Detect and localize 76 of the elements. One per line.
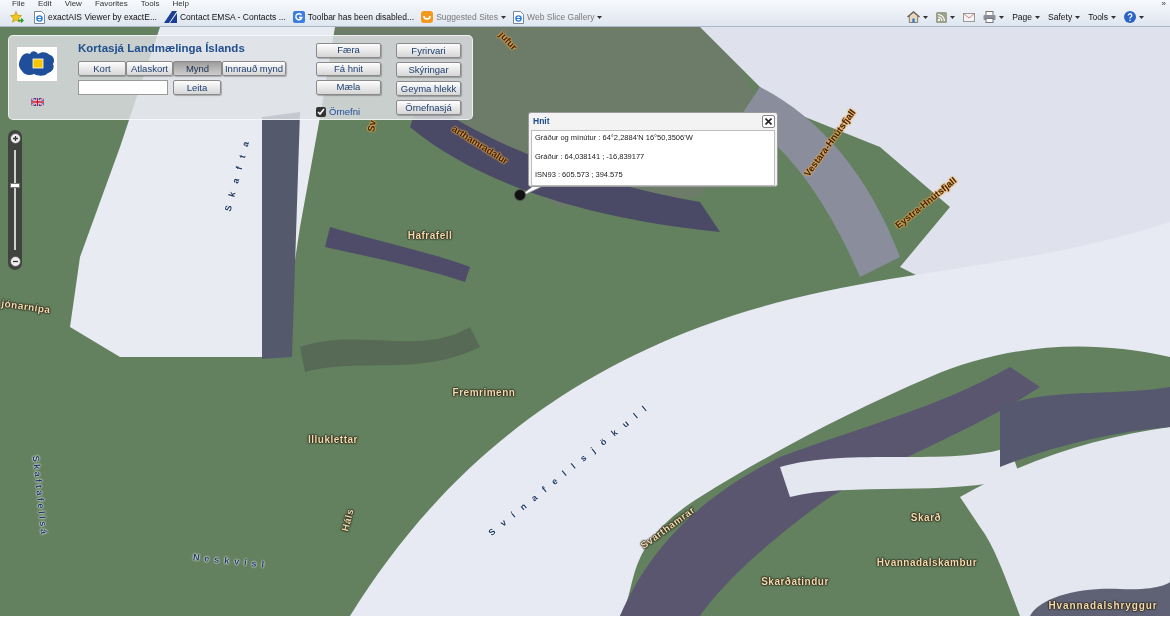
menu-item[interactable]: Help — [172, 0, 189, 8]
place-name-label: jónarnípa — [0, 298, 52, 316]
close-button[interactable] — [762, 115, 775, 128]
caret-icon — [999, 15, 1005, 19]
zoom-slider-thumb[interactable] — [10, 183, 20, 189]
map-type-button[interactable]: Kort — [78, 61, 126, 76]
place-name-label: Fremrimenn — [452, 388, 516, 398]
menu-item[interactable]: Edit — [37, 0, 52, 8]
favorites-star-icon — [10, 10, 24, 24]
overflow-chevron[interactable]: » — [1161, 0, 1166, 8]
zoom-out-button[interactable] — [9, 256, 21, 267]
search-button[interactable]: Leita — [173, 80, 221, 95]
app-title: Kortasjá Landmælinga Íslands — [78, 41, 246, 56]
place-name-label: Háls — [340, 507, 356, 533]
caret-icon — [923, 15, 929, 19]
map-type-button[interactable]: Innrauð mynd — [222, 61, 286, 76]
home-button[interactable] — [905, 11, 931, 23]
page-icon — [34, 10, 45, 24]
caret-icon — [501, 15, 507, 19]
place-name-label: Hafrafell — [407, 231, 453, 241]
place-name-label: Skarðatindur — [761, 577, 829, 587]
place-name-label: Illuklettar — [308, 435, 358, 445]
caret-icon — [1035, 15, 1041, 19]
printer-icon — [983, 11, 997, 23]
tool-button[interactable]: Fá hnit — [316, 61, 381, 77]
menu-item[interactable]: Favorites — [94, 0, 128, 8]
close-icon — [765, 118, 772, 125]
map-type-button[interactable]: Mynd — [173, 61, 222, 76]
place-name-label: Sv — [366, 119, 378, 133]
place-name-label: Skaftafellsá — [30, 455, 50, 537]
caret-icon — [1075, 15, 1081, 19]
favorite-link[interactable]: Toolbar has been disabled... — [292, 10, 415, 24]
link-button[interactable]: Geyma hlekk — [396, 81, 461, 96]
favorite-link[interactable]: exactAIS Viewer by exactE... — [34, 10, 157, 24]
menu-item[interactable]: View — [64, 0, 82, 8]
location-marker-icon — [514, 189, 526, 201]
checkbox-label[interactable]: Örnefni — [329, 104, 361, 119]
caret-icon — [597, 15, 603, 19]
caret-icon — [950, 15, 956, 19]
caret-icon — [1111, 15, 1116, 19]
link-button[interactable]: Fyrirvari — [396, 43, 461, 58]
slanted-logo-icon — [164, 11, 177, 23]
menu-item[interactable]: File — [12, 0, 25, 8]
menu-button[interactable]: Tools — [1086, 10, 1118, 24]
smile-logo-icon — [421, 11, 434, 23]
mail-button[interactable] — [961, 12, 978, 22]
menu-item[interactable]: Tools — [140, 0, 160, 8]
feed-icon — [936, 11, 948, 23]
caret-icon — [1139, 15, 1144, 19]
tool-button[interactable]: Mæla — [316, 80, 381, 95]
favorite-link[interactable]: Contact EMSA - Contacts ... — [164, 10, 286, 24]
help-button[interactable] — [1122, 11, 1146, 23]
place-name-label: Skarð — [910, 513, 942, 523]
envelope-icon — [963, 12, 976, 22]
map-type-button[interactable]: Atlaskort — [126, 61, 173, 76]
zoom-in-button[interactable] — [9, 133, 21, 144]
print-button[interactable] — [981, 11, 1007, 23]
favorites-button[interactable] — [8, 10, 26, 24]
page-icon — [513, 10, 525, 24]
flag-icon[interactable] — [30, 98, 44, 106]
iceland-logo-icon — [16, 46, 58, 82]
place-names-checkbox[interactable] — [316, 106, 326, 117]
search-field[interactable] — [78, 80, 168, 95]
tool-button[interactable]: Færa — [316, 43, 381, 58]
home-icon — [907, 11, 921, 23]
place-name-label: Hvannadalshryggur — [1048, 601, 1158, 611]
place-name-label: Hvannadalskambur — [876, 558, 978, 568]
place-name-label: Neskvísl — [192, 552, 270, 570]
help-icon — [1124, 11, 1136, 23]
menu-button[interactable]: Safety — [1046, 10, 1083, 24]
link-button[interactable]: Örnefnasjá — [396, 100, 461, 115]
menu-button[interactable]: Page — [1010, 10, 1043, 24]
feed-button[interactable] — [934, 11, 958, 23]
popup-title: Hnit — [532, 115, 550, 128]
link-button[interactable]: Skýringar — [396, 62, 461, 77]
square-logo-icon — [292, 11, 305, 23]
